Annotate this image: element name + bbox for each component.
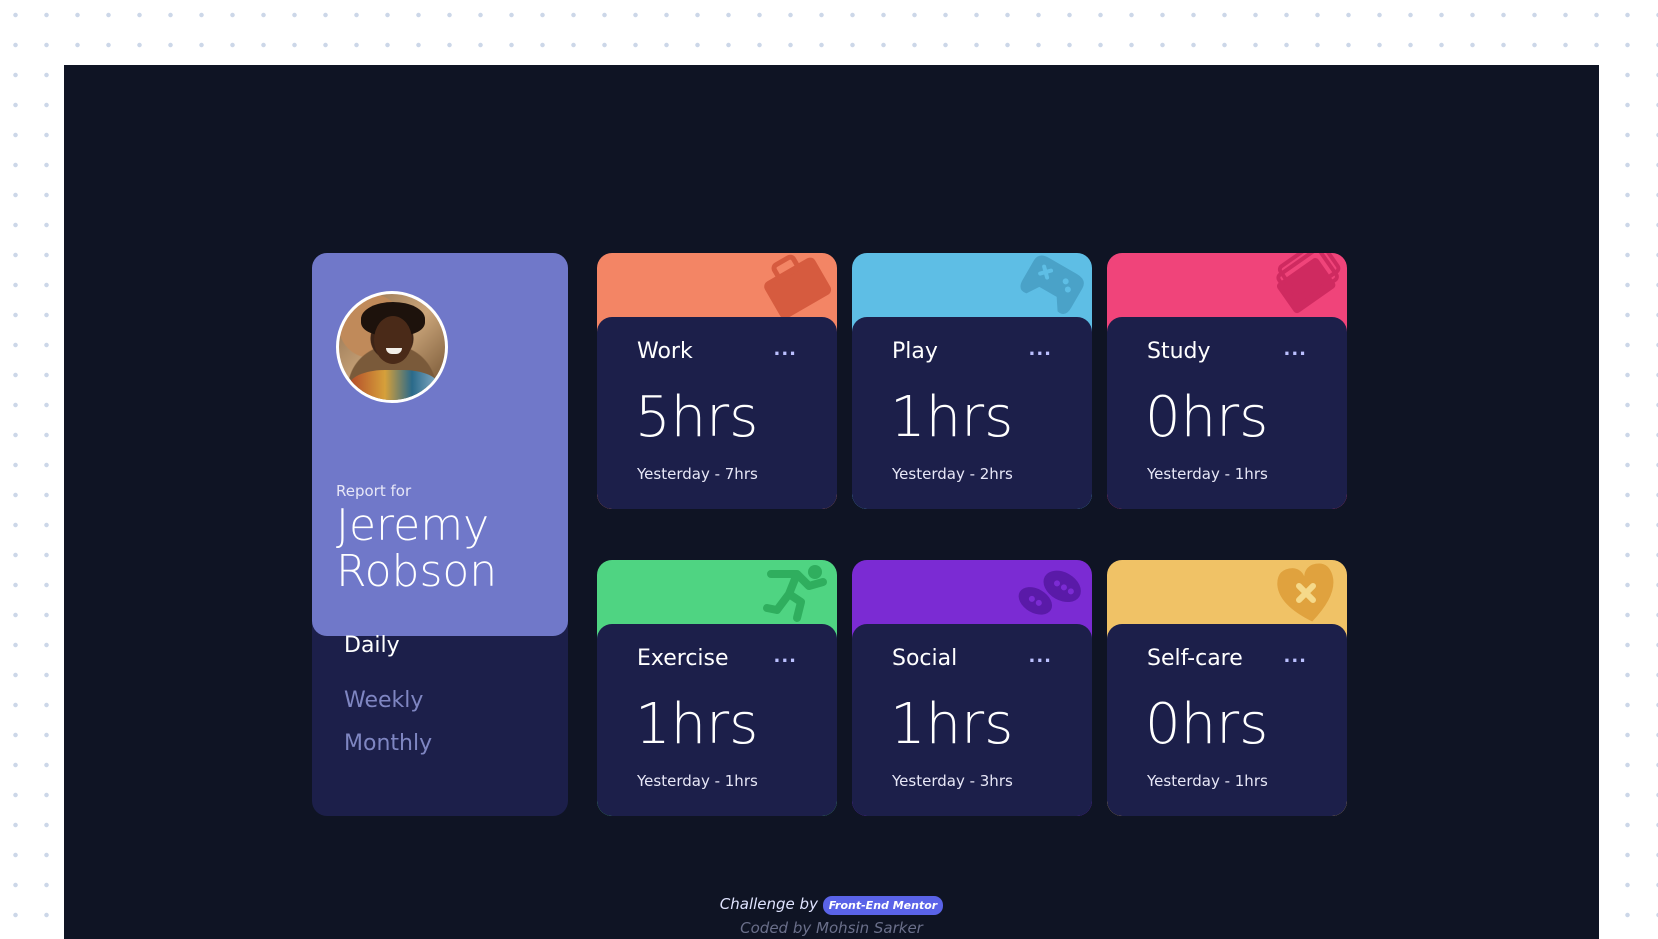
card-play: Play ... 1hrs Yesterday - 2hrs — [852, 253, 1092, 509]
tab-monthly[interactable]: Monthly — [344, 731, 432, 756]
card-menu-button[interactable]: ... — [773, 646, 797, 667]
card-body: Study ... 0hrs Yesterday - 1hrs — [1107, 317, 1347, 509]
card-current-hours: 1hrs — [890, 692, 1014, 757]
card-current-hours: 1hrs — [890, 385, 1014, 450]
timeframe-tabs: Daily Weekly Monthly — [344, 633, 432, 774]
tab-weekly[interactable]: Weekly — [344, 688, 432, 713]
card-title: Social — [892, 646, 958, 671]
card-body: Social ... 1hrs Yesterday - 3hrs — [852, 624, 1092, 816]
profile-card: Report for Jeremy Robson Daily Weekly Mo… — [312, 253, 568, 816]
card-exercise: Exercise ... 1hrs Yesterday - 1hrs — [597, 560, 837, 816]
briefcase-icon — [757, 253, 837, 325]
card-body: Play ... 1hrs Yesterday - 2hrs — [852, 317, 1092, 509]
footer: Challenge by Front-End Mentor Coded by M… — [64, 895, 1599, 937]
tab-daily[interactable]: Daily — [344, 633, 432, 658]
card-body: Exercise ... 1hrs Yesterday - 1hrs — [597, 624, 837, 816]
card-menu-button[interactable]: ... — [1028, 646, 1052, 667]
heart-icon — [1267, 560, 1347, 632]
card-previous-hours: Yesterday - 3hrs — [892, 772, 1013, 790]
card-current-hours: 0hrs — [1145, 385, 1269, 450]
card-menu-button[interactable]: ... — [1028, 339, 1052, 360]
user-name: Jeremy Robson — [336, 500, 498, 597]
card-current-hours: 1hrs — [635, 692, 759, 757]
card-menu-button[interactable]: ... — [773, 339, 797, 360]
profile-header: Report for Jeremy Robson — [312, 253, 568, 636]
card-body: Work ... 5hrs Yesterday - 7hrs — [597, 317, 837, 509]
card-title: Study — [1147, 339, 1211, 364]
card-current-hours: 0hrs — [1145, 692, 1269, 757]
card-title: Exercise — [637, 646, 729, 671]
card-body: Self-care ... 0hrs Yesterday - 1hrs — [1107, 624, 1347, 816]
frontend-mentor-link[interactable]: Front-End Mentor — [822, 896, 944, 915]
chat-bubbles-icon — [1012, 560, 1092, 632]
card-work: Work ... 5hrs Yesterday - 7hrs — [597, 253, 837, 509]
card-title: Work — [637, 339, 693, 364]
card-self-care: Self-care ... 0hrs Yesterday - 1hrs — [1107, 560, 1347, 816]
card-title: Play — [892, 339, 938, 364]
card-previous-hours: Yesterday - 1hrs — [1147, 465, 1268, 483]
card-previous-hours: Yesterday - 1hrs — [1147, 772, 1268, 790]
card-study: Study ... 0hrs Yesterday - 1hrs — [1107, 253, 1347, 509]
books-icon — [1267, 253, 1347, 325]
main-area: Report for Jeremy Robson Daily Weekly Mo… — [64, 65, 1599, 939]
card-title: Self-care — [1147, 646, 1243, 671]
card-previous-hours: Yesterday - 2hrs — [892, 465, 1013, 483]
challenge-by-text: Challenge by — [719, 895, 818, 913]
card-current-hours: 5hrs — [635, 385, 759, 450]
avatar — [336, 291, 448, 403]
coded-by-text: Coded by Mohsin Sarker — [740, 919, 923, 937]
card-social: Social ... 1hrs Yesterday - 3hrs — [852, 560, 1092, 816]
gamepad-icon — [1012, 253, 1092, 325]
card-previous-hours: Yesterday - 1hrs — [637, 772, 758, 790]
card-menu-button[interactable]: ... — [1283, 339, 1307, 360]
report-label: Report for — [336, 482, 412, 500]
card-previous-hours: Yesterday - 7hrs — [637, 465, 758, 483]
runner-icon — [757, 560, 837, 632]
card-menu-button[interactable]: ... — [1283, 646, 1307, 667]
